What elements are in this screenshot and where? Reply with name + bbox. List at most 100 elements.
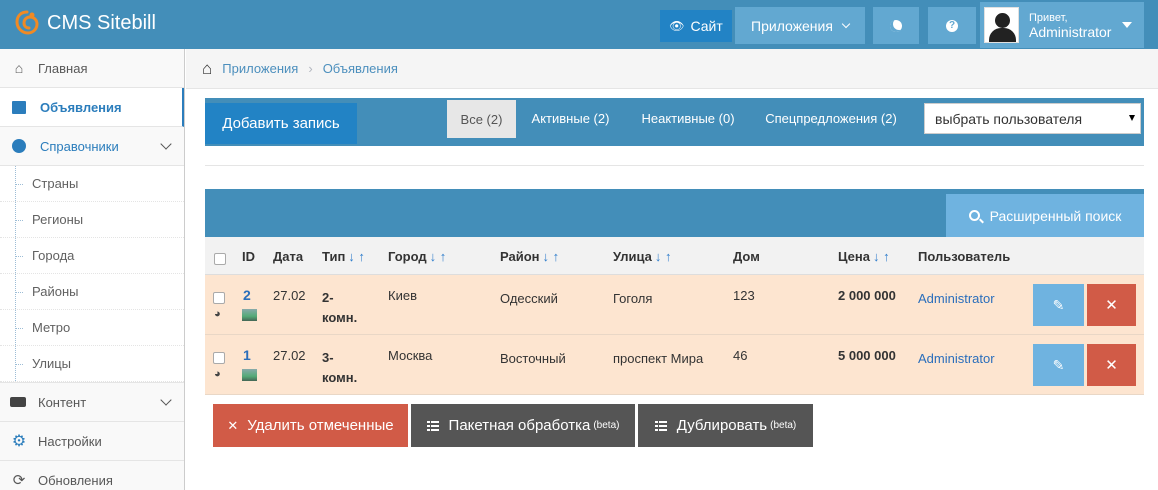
subitem-label: Страны <box>32 176 79 191</box>
col-city-label: Город <box>388 249 427 264</box>
photo-icon[interactable] <box>242 369 257 381</box>
sidebar-subitem-countries[interactable]: Страны <box>0 166 184 202</box>
sidebar-item-label: Главная <box>38 60 88 76</box>
subitem-label: Регионы <box>32 212 84 227</box>
duplicate-button[interactable]: Дублировать (beta) <box>638 404 813 447</box>
divider <box>205 165 1144 166</box>
book-icon <box>12 100 26 114</box>
photo-icon[interactable] <box>242 309 257 321</box>
row-id-link[interactable]: 2 <box>243 287 251 303</box>
sidebar-subitem-metro[interactable]: Метро <box>0 310 184 346</box>
row-price: 2 000 000 <box>838 288 896 303</box>
sort-arrows-icon[interactable]: ↓ ↑ <box>873 249 890 264</box>
select-all-checkbox[interactable] <box>214 253 226 265</box>
edit-button[interactable]: ✎ <box>1033 284 1084 326</box>
row-id-link[interactable]: 1 <box>243 347 251 363</box>
user-menu-button[interactable]: Привет, Administrator <box>980 2 1144 48</box>
sidebar-item-home[interactable]: ⌂ Главная <box>0 49 184 88</box>
sidebar: ⌂ Главная Объявления Справочники Страны … <box>0 49 185 490</box>
edit-button[interactable]: ✎ <box>1033 344 1084 386</box>
row-user-link[interactable]: Administrator <box>918 351 995 366</box>
tab-special-offers[interactable]: Спецпредложения (2) <box>758 98 904 138</box>
add-record-button[interactable]: Добавить запись <box>205 103 357 144</box>
listing-toolbar: Добавить запись Все (2) Активные (2) Неа… <box>205 98 1144 146</box>
table-row: ◕ 2 27.02 2- комн. Киев Одесский Гоголя … <box>205 275 1144 335</box>
row-date: 27.02 <box>273 348 306 363</box>
col-user: Пользователь <box>918 249 1011 264</box>
col-street-label: Улица <box>613 249 652 264</box>
pencil-icon: ✎ <box>1052 356 1065 373</box>
language-button[interactable] <box>873 7 919 44</box>
row-street: Гоголя <box>613 291 653 306</box>
user-select-value: выбрать пользователя <box>935 110 1083 127</box>
sort-arrows-icon[interactable]: ↓ ↑ <box>543 249 560 264</box>
sidebar-subitem-regions[interactable]: Регионы <box>0 202 184 238</box>
brand[interactable]: CMS Sitebill <box>14 10 156 36</box>
col-price-label: Цена <box>838 249 870 264</box>
row-type-line1: 2- <box>322 290 334 305</box>
col-id: ID <box>242 249 255 264</box>
sidebar-item-label: Обновления <box>38 472 113 488</box>
sidebar-subitem-districts[interactable]: Районы <box>0 274 184 310</box>
sidebar-subitem-cities[interactable]: Города <box>0 238 184 274</box>
keyboard-icon <box>10 397 26 407</box>
brand-name: CMS Sitebill <box>47 11 156 34</box>
col-street[interactable]: Улица ↓ ↑ <box>613 249 672 264</box>
apps-label: Приложения <box>751 17 833 34</box>
row-price: 5 000 000 <box>838 348 896 363</box>
sidebar-item-listings[interactable]: Объявления <box>0 88 184 127</box>
sidebar-item-directories[interactable]: Справочники <box>0 127 184 166</box>
col-district[interactable]: Район ↓ ↑ <box>500 249 559 264</box>
row-city: Киев <box>388 288 417 303</box>
breadcrumb-listings-link[interactable]: Объявления <box>323 61 398 76</box>
sidebar-subitem-streets[interactable]: Улицы <box>0 346 184 382</box>
row-user-link[interactable]: Administrator <box>918 291 995 306</box>
sort-arrows-icon[interactable]: ↓ ↑ <box>655 249 672 264</box>
tab-active[interactable]: Активные (2) <box>523 98 618 138</box>
question-icon: ? <box>946 19 958 32</box>
site-button[interactable]: 👁 Сайт <box>660 10 732 42</box>
user-filter-select[interactable]: выбрать пользователя <box>924 103 1141 134</box>
sidebar-item-content[interactable]: Контент <box>0 383 184 422</box>
apps-dropdown-button[interactable]: Приложения <box>735 7 865 44</box>
sort-arrows-icon[interactable]: ↓ ↑ <box>348 249 365 264</box>
row-checkbox[interactable] <box>213 292 225 304</box>
sidebar-item-label: Объявления <box>40 99 122 115</box>
tab-inactive[interactable]: Неактивные (0) <box>633 98 743 138</box>
sidebar-item-updates[interactable]: ⟳ Обновления <box>0 461 184 490</box>
tab-all[interactable]: Все (2) <box>447 100 516 138</box>
globe-icon[interactable]: ◕ <box>214 308 221 320</box>
col-city[interactable]: Город ↓ ↑ <box>388 249 446 264</box>
user-info: Привет, Administrator <box>1029 11 1111 39</box>
row-type: 3- комн. <box>322 348 357 388</box>
table-icon <box>654 420 667 431</box>
breadcrumb-apps-link[interactable]: Приложения <box>222 61 298 76</box>
row-type-line2: комн. <box>322 310 358 325</box>
user-silhouette-icon <box>995 13 1010 28</box>
site-label: Сайт <box>690 18 723 34</box>
subitem-label: Районы <box>32 284 79 299</box>
table-icon <box>426 420 439 431</box>
col-type[interactable]: Тип ↓ ↑ <box>322 249 365 264</box>
user-name: Administrator <box>1029 24 1112 40</box>
row-date: 27.02 <box>273 288 306 303</box>
sort-arrows-icon[interactable]: ↓ ↑ <box>430 249 447 264</box>
breadcrumb: ⌂ Приложения › Объявления <box>186 49 1158 89</box>
sidebar-item-settings[interactable]: ⚙ Настройки <box>0 422 184 461</box>
delete-button[interactable]: ✕ <box>1087 284 1136 326</box>
advanced-search-button[interactable]: Расширенный поиск <box>946 194 1144 237</box>
home-icon[interactable]: ⌂ <box>202 59 212 79</box>
row-checkbox[interactable] <box>213 352 225 364</box>
col-price[interactable]: Цена ↓ ↑ <box>838 249 890 264</box>
globe-icon[interactable]: ◕ <box>214 368 221 380</box>
sidebar-item-label: Справочники <box>40 138 119 154</box>
beta-badge: (beta) <box>770 420 797 431</box>
help-button[interactable]: ? <box>928 7 976 44</box>
delete-button[interactable]: ✕ <box>1087 344 1136 386</box>
row-house: 46 <box>733 348 748 363</box>
breadcrumb-separator-icon: › <box>308 61 313 76</box>
delete-selected-button[interactable]: ✕ Удалить отмеченные <box>213 404 408 447</box>
eye-icon: 👁 <box>669 19 685 33</box>
batch-processing-button[interactable]: Пакетная обработка (beta) <box>411 404 635 447</box>
row-district: Одесский <box>500 291 558 306</box>
